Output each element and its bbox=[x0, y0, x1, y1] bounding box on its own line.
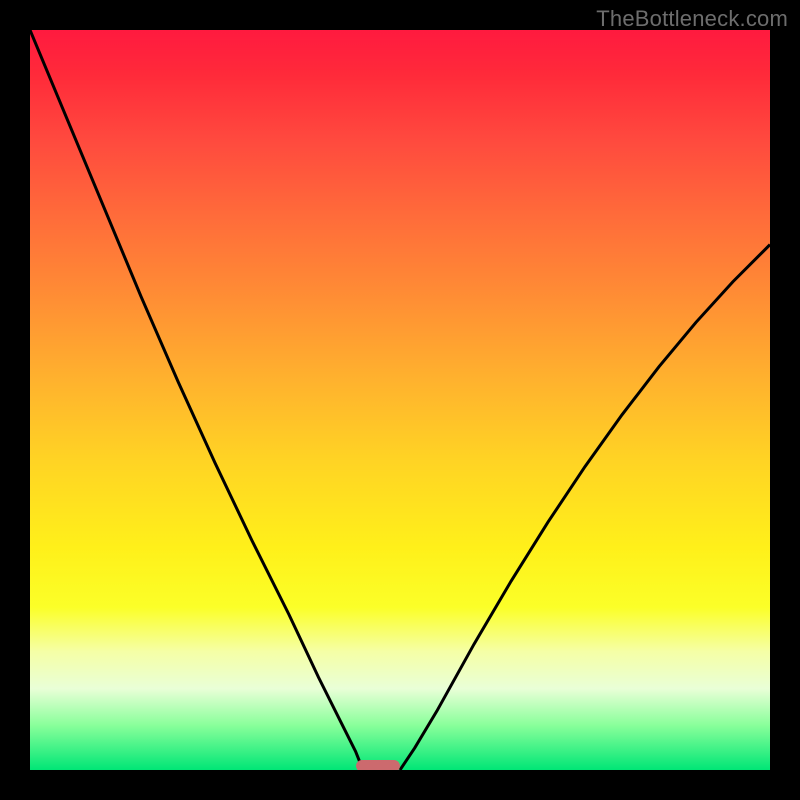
curve-layer bbox=[30, 30, 770, 770]
curve-right bbox=[400, 245, 770, 770]
plot-area bbox=[30, 30, 770, 770]
optimum-marker bbox=[356, 760, 400, 770]
watermark-text: TheBottleneck.com bbox=[596, 6, 788, 32]
curve-left bbox=[30, 30, 363, 770]
chart-frame: TheBottleneck.com bbox=[0, 0, 800, 800]
